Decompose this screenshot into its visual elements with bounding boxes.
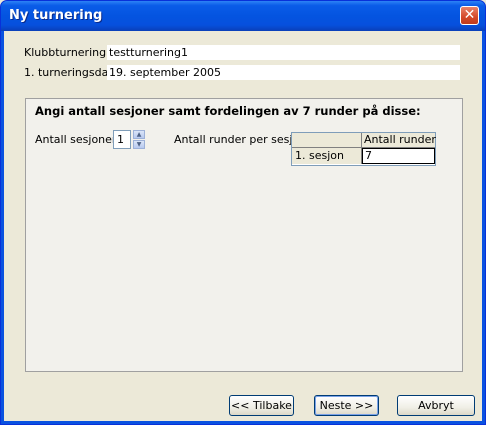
day-label: 1. turneringsdag: [24, 66, 120, 79]
sessions-label: Antall sesjoner: [35, 133, 120, 146]
grid-row-header: 1. sesjon [292, 148, 362, 164]
arrow-up-icon: ▲ [136, 131, 142, 138]
title-bar[interactable]: Ny turnering ✕ [1, 1, 485, 31]
day-value: 19. september 2005 [107, 65, 460, 80]
grid-column-header[interactable]: Antall runder [362, 133, 436, 148]
window-title: Ny turnering [9, 8, 103, 23]
back-button[interactable]: << Tilbake [229, 395, 294, 416]
sessions-spinner-input[interactable]: 1 [113, 130, 131, 149]
spinner-down-button[interactable]: ▼ [133, 140, 145, 149]
dialog-client: Klubbturnering: testturnering1 1. turner… [4, 31, 482, 421]
rounds-label: Antall runder per sesjon: [174, 133, 310, 146]
session-panel: Angi antall sesjoner samt fordelingen av… [25, 98, 463, 372]
close-button[interactable]: ✕ [460, 6, 479, 25]
club-label: Klubbturnering: [24, 46, 110, 59]
grid-corner [292, 133, 362, 148]
close-icon: ✕ [463, 7, 476, 23]
rounds-grid[interactable]: Antall runder 1. sesjon 7 [291, 132, 436, 166]
club-value: testturnering1 [107, 45, 460, 60]
cancel-button[interactable]: Avbryt [397, 395, 475, 416]
dialog-window: Ny turnering ✕ Klubbturnering: testturne… [0, 0, 486, 425]
next-button[interactable]: Neste >> [314, 395, 379, 416]
panel-heading: Angi antall sesjoner samt fordelingen av… [35, 104, 421, 118]
spinner-up-button[interactable]: ▲ [133, 130, 145, 139]
grid-cell-rounds[interactable]: 7 [362, 148, 435, 164]
arrow-down-icon: ▼ [136, 141, 142, 148]
